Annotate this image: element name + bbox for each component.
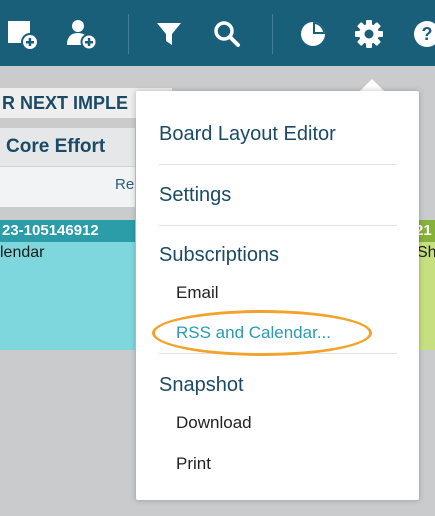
menu-divider: [159, 164, 397, 165]
chart-icon[interactable]: [296, 17, 330, 51]
menu-heading-snapshot: Snapshot: [159, 374, 244, 396]
menu-divider: [159, 225, 397, 226]
toolbar-separator: [128, 14, 129, 54]
search-icon[interactable]: [210, 17, 244, 51]
menu-heading-subscriptions: Subscriptions: [159, 244, 280, 266]
lane-header-core-effort[interactable]: Core Effort: [0, 128, 135, 166]
top-toolbar: ?: [0, 0, 435, 66]
card-id[interactable]: 23-105146912: [0, 220, 135, 242]
settings-dropdown-menu: Board Layout Editor Settings Subscriptio…: [136, 91, 419, 500]
menu-item-settings[interactable]: Settings: [159, 184, 231, 207]
filter-icon[interactable]: [152, 17, 186, 51]
menu-item-print[interactable]: Print: [176, 454, 211, 474]
card-title: Sh: [417, 244, 435, 261]
menu-caret: [360, 79, 384, 91]
add-card-icon[interactable]: [6, 17, 40, 51]
add-user-icon[interactable]: [64, 17, 98, 51]
help-icon[interactable]: ?: [410, 17, 435, 51]
menu-item-email[interactable]: Email: [176, 283, 219, 303]
highlight-annotation: [152, 310, 372, 356]
menu-item-board-layout-editor[interactable]: Board Layout Editor: [159, 123, 336, 146]
svg-text:?: ?: [422, 24, 433, 44]
toolbar-separator: [272, 14, 273, 54]
settings-gear-icon[interactable]: [352, 17, 386, 51]
menu-item-download[interactable]: Download: [176, 413, 252, 433]
card-title: lendar: [0, 244, 45, 261]
column-header-partial: Re: [115, 176, 135, 193]
